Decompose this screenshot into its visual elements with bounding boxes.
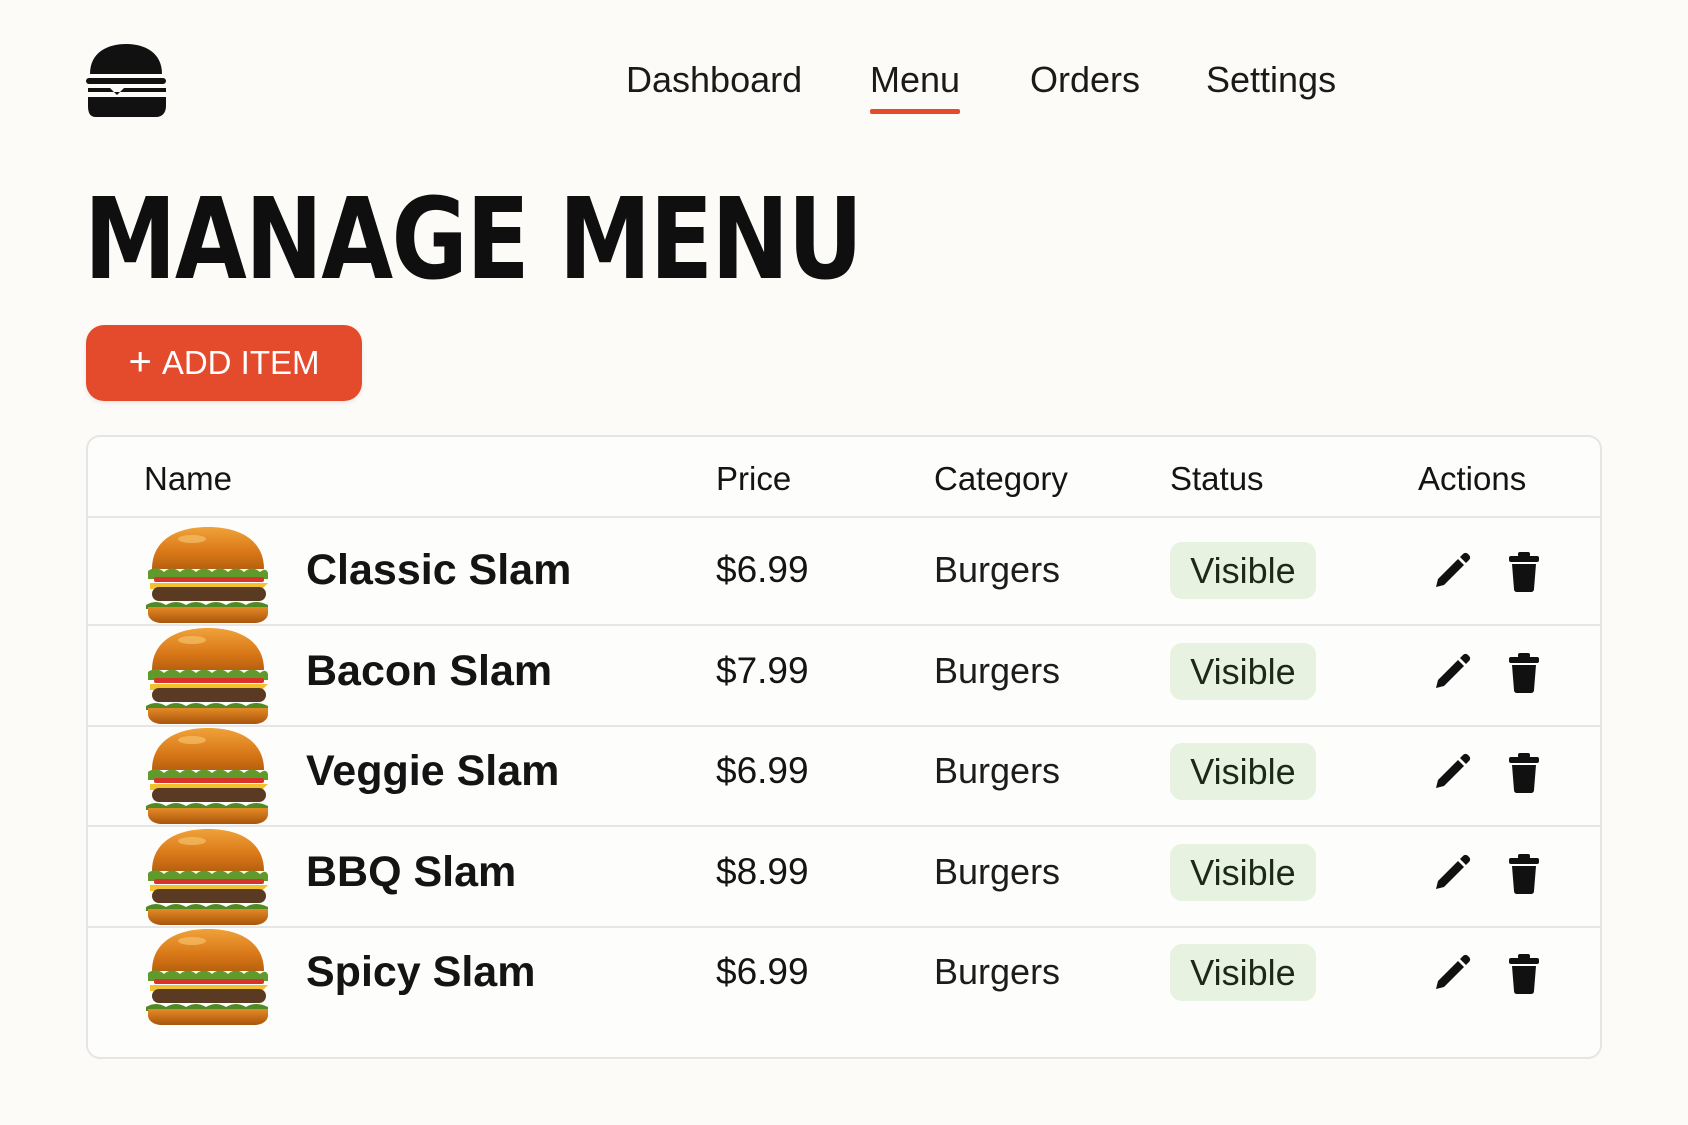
item-price: $6.99	[716, 549, 809, 590]
status-badge: Visible	[1170, 944, 1316, 1001]
item-category: Burgers	[934, 850, 1061, 892]
item-price: $6.99	[716, 951, 809, 992]
pencil-icon[interactable]	[1430, 951, 1474, 995]
column-header-status: Status	[1170, 460, 1264, 497]
burger-thumbnail-image	[144, 827, 272, 925]
trash-icon[interactable]	[1502, 851, 1546, 895]
table-row[interactable]: Bacon Slam $7.99 Burgers Visible	[88, 619, 1600, 727]
column-header-actions: Actions	[1418, 460, 1527, 497]
pencil-icon[interactable]	[1430, 851, 1474, 895]
nav-item-settings[interactable]: Settings	[1206, 56, 1336, 104]
page: Dashboard Menu Orders Settings MANAGE ME…	[0, 0, 1688, 1125]
menu-table: Name Price Category Status Actions Class…	[86, 435, 1602, 1059]
page-title: MANAGE MENU	[84, 175, 863, 305]
column-header-name: Name	[144, 460, 233, 497]
trash-icon[interactable]	[1502, 549, 1546, 593]
pencil-icon[interactable]	[1430, 549, 1474, 593]
column-header-price: Price	[716, 460, 792, 497]
item-category: Burgers	[934, 549, 1061, 590]
item-name: BBQ Slam	[306, 847, 517, 896]
trash-icon[interactable]	[1502, 951, 1546, 995]
status-badge: Visible	[1170, 843, 1316, 901]
item-category: Burgers	[934, 649, 1061, 691]
item-category: Burgers	[934, 750, 1061, 791]
item-name: Bacon Slam	[306, 646, 553, 695]
table-header: Name Price Category Status Actions	[88, 437, 1600, 518]
item-name: Veggie Slam	[306, 747, 560, 795]
burger-thumbnail-image	[144, 525, 272, 623]
table-row[interactable]: BBQ Slam $8.99 Burgers Visible	[88, 820, 1600, 928]
add-item-label: ADD ITEM	[161, 344, 320, 381]
nav-item-dashboard[interactable]: Dashboard	[626, 56, 802, 104]
column-header-category: Category	[934, 460, 1068, 497]
pencil-icon[interactable]	[1430, 750, 1474, 794]
item-price: $8.99	[716, 850, 809, 892]
add-item-button[interactable]: + ADD ITEM	[86, 325, 362, 401]
item-category: Burgers	[934, 951, 1061, 992]
status-badge: Visible	[1170, 743, 1316, 800]
item-price: $7.99	[716, 649, 809, 691]
item-name: Spicy Slam	[306, 948, 536, 996]
table-row[interactable]: Spicy Slam $6.99 Burgers Visible	[88, 920, 1600, 1028]
burger-thumbnail-image	[144, 927, 272, 1025]
status-badge: Visible	[1170, 642, 1316, 700]
pencil-icon[interactable]	[1430, 650, 1474, 694]
table-row[interactable]: Veggie Slam $6.99 Burgers Visible	[88, 719, 1600, 827]
burger-logo-icon[interactable]	[86, 44, 166, 117]
item-price: $6.99	[716, 750, 809, 791]
status-badge: Visible	[1170, 542, 1316, 599]
nav-item-orders[interactable]: Orders	[1030, 56, 1140, 104]
burger-thumbnail-image	[144, 626, 272, 724]
plus-icon: +	[128, 339, 152, 384]
burger-thumbnail-image	[144, 726, 272, 824]
item-name: Classic Slam	[306, 546, 572, 594]
trash-icon[interactable]	[1502, 750, 1546, 794]
nav-item-menu[interactable]: Menu	[870, 56, 961, 114]
table-row[interactable]: Classic Slam $6.99 Burgers Visible	[88, 518, 1600, 626]
trash-icon[interactable]	[1502, 650, 1546, 694]
